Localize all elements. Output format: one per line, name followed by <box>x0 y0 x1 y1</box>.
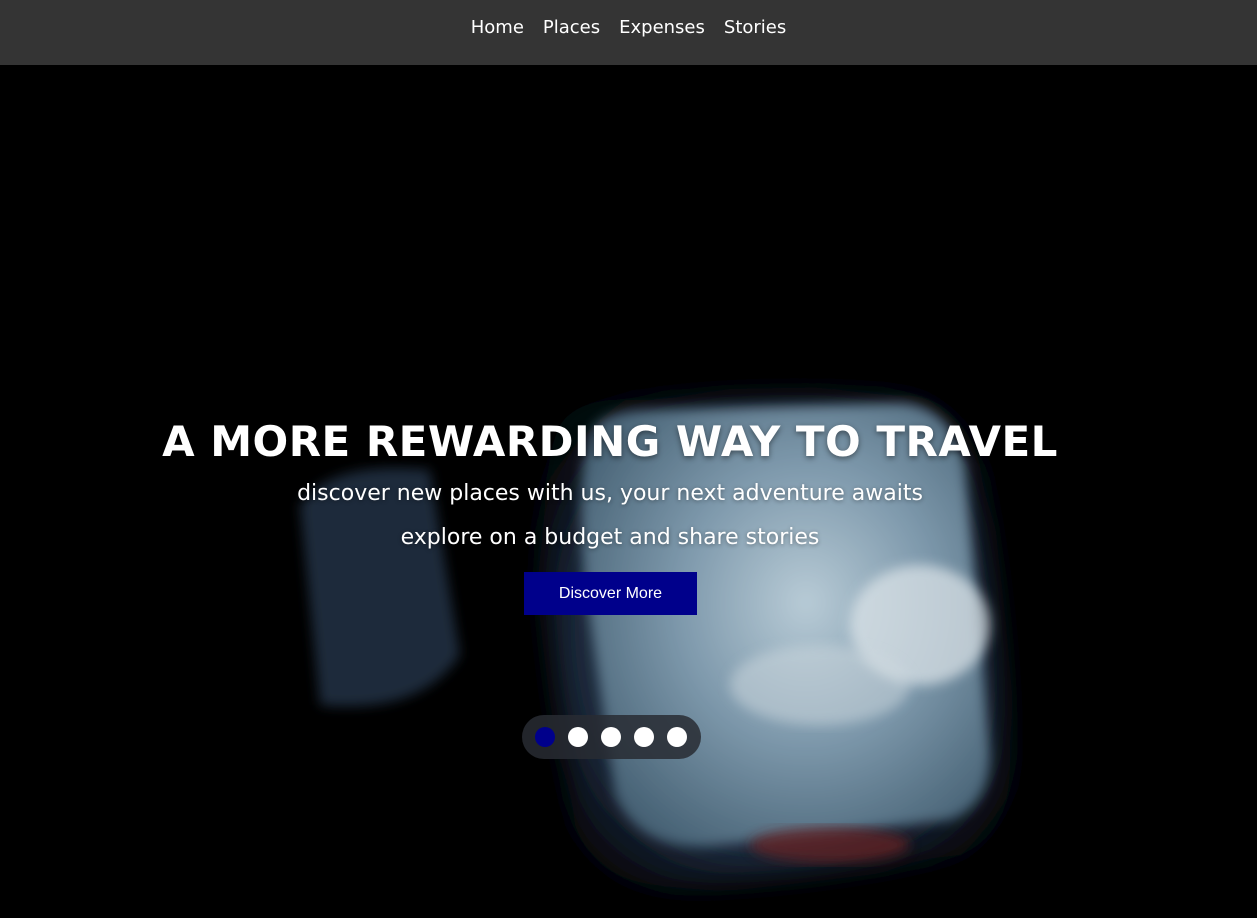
hero-section: A MORE REWARDING WAY TO TRAVEL discover … <box>0 65 1257 918</box>
carousel-dot-5[interactable] <box>667 727 687 747</box>
nav-link-stories[interactable]: Stories <box>724 16 786 40</box>
hero-subline-2: explore on a budget and share stories <box>400 525 820 550</box>
hero-headline: A MORE REWARDING WAY TO TRAVEL <box>162 417 1058 466</box>
hero-subline-1: discover new places with us, your next a… <box>297 481 923 506</box>
carousel-dot-4[interactable] <box>634 727 654 747</box>
carousel-dot-3[interactable] <box>601 727 621 747</box>
carousel-dots <box>522 715 701 759</box>
nav-link-home[interactable]: Home <box>471 16 524 40</box>
nav-link-expenses[interactable]: Expenses <box>619 16 705 40</box>
discover-more-button[interactable]: Discover More <box>524 572 697 615</box>
top-navbar: Home Places Expenses Stories <box>0 0 1257 65</box>
carousel-dot-1[interactable] <box>535 727 555 747</box>
carousel-dot-2[interactable] <box>568 727 588 747</box>
hero-content: A MORE REWARDING WAY TO TRAVEL discover … <box>0 65 1220 918</box>
nav-link-places[interactable]: Places <box>543 16 600 40</box>
